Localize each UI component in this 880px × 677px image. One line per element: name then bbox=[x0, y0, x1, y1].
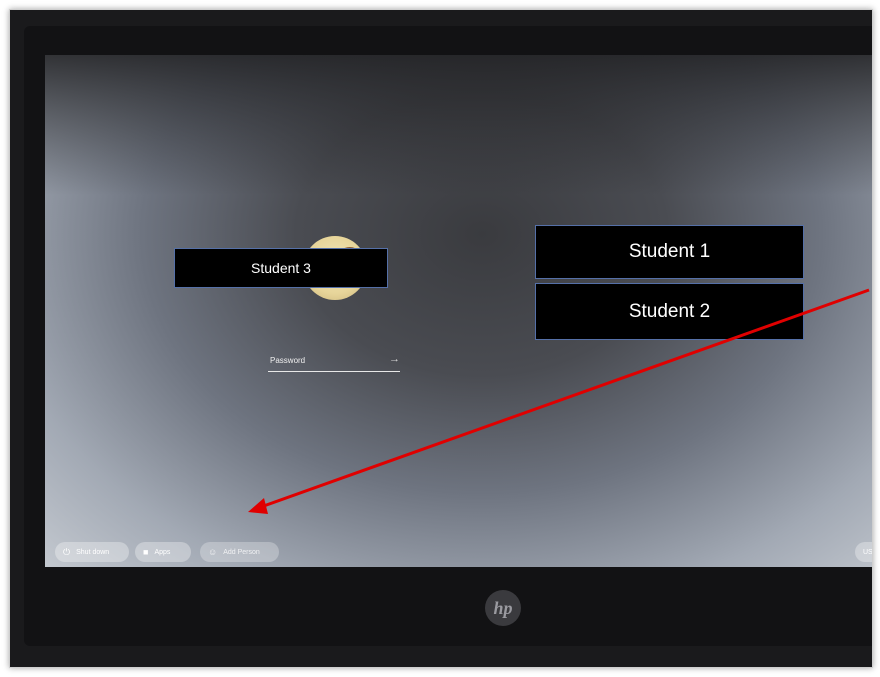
annotation-arrow bbox=[248, 288, 870, 514]
